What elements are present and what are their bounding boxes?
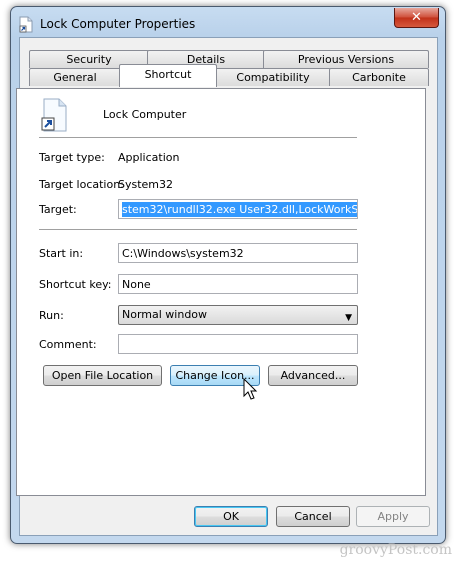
close-button[interactable]: ✕ [394,8,439,28]
tab-compatibility[interactable]: Compatibility [215,68,331,86]
cancel-button[interactable]: Cancel [276,506,350,527]
divider [39,229,357,231]
target-field[interactable]: stem32\rundll32.exe User32.dll,LockWorkS… [118,199,358,219]
start-in-field[interactable]: C:\Windows\system32 [118,243,358,263]
run-dropdown-value: Normal window [122,308,208,321]
dropdown-arrow-icon: ▼ [345,313,352,323]
ok-button[interactable]: OK [194,506,268,527]
tab-general[interactable]: General [29,68,121,86]
target-label: Target: [39,203,77,216]
tab-shortcut[interactable]: Shortcut [119,64,217,87]
open-file-location-button[interactable]: Open File Location [43,365,162,386]
target-type-label: Target type: [39,151,105,164]
shortcut-key-field[interactable]: None [118,274,358,294]
mouse-pointer-icon [243,378,258,400]
tab-carbonite[interactable]: Carbonite [329,68,429,86]
target-location-value: System32 [118,178,174,191]
target-field-text: stem32\rundll32.exe User32.dll,LockWorkS… [122,202,357,217]
shortcut-key-label: Shortcut key: [39,278,112,291]
target-type-value: Application [118,151,180,164]
run-dropdown[interactable]: Normal window ▼ [118,305,358,325]
start-in-label: Start in: [39,247,84,260]
shortcut-tab-panel: Lock Computer Target type: Application T… [16,88,426,496]
tab-previous-versions[interactable]: Previous Versions [263,50,429,68]
run-label: Run: [39,309,64,322]
divider [39,137,357,139]
comment-field[interactable] [118,334,358,354]
watermark-text: groovyPost.com [339,542,452,558]
shortcut-file-icon [19,16,33,33]
window-title: Lock Computer Properties [40,17,196,31]
apply-button[interactable]: Apply [356,506,430,527]
target-location-label: Target location: [39,178,124,191]
shortcut-large-icon [41,98,67,132]
comment-label: Comment: [39,338,97,351]
shortcut-name: Lock Computer [103,108,187,121]
advanced-button[interactable]: Advanced... [268,365,358,386]
